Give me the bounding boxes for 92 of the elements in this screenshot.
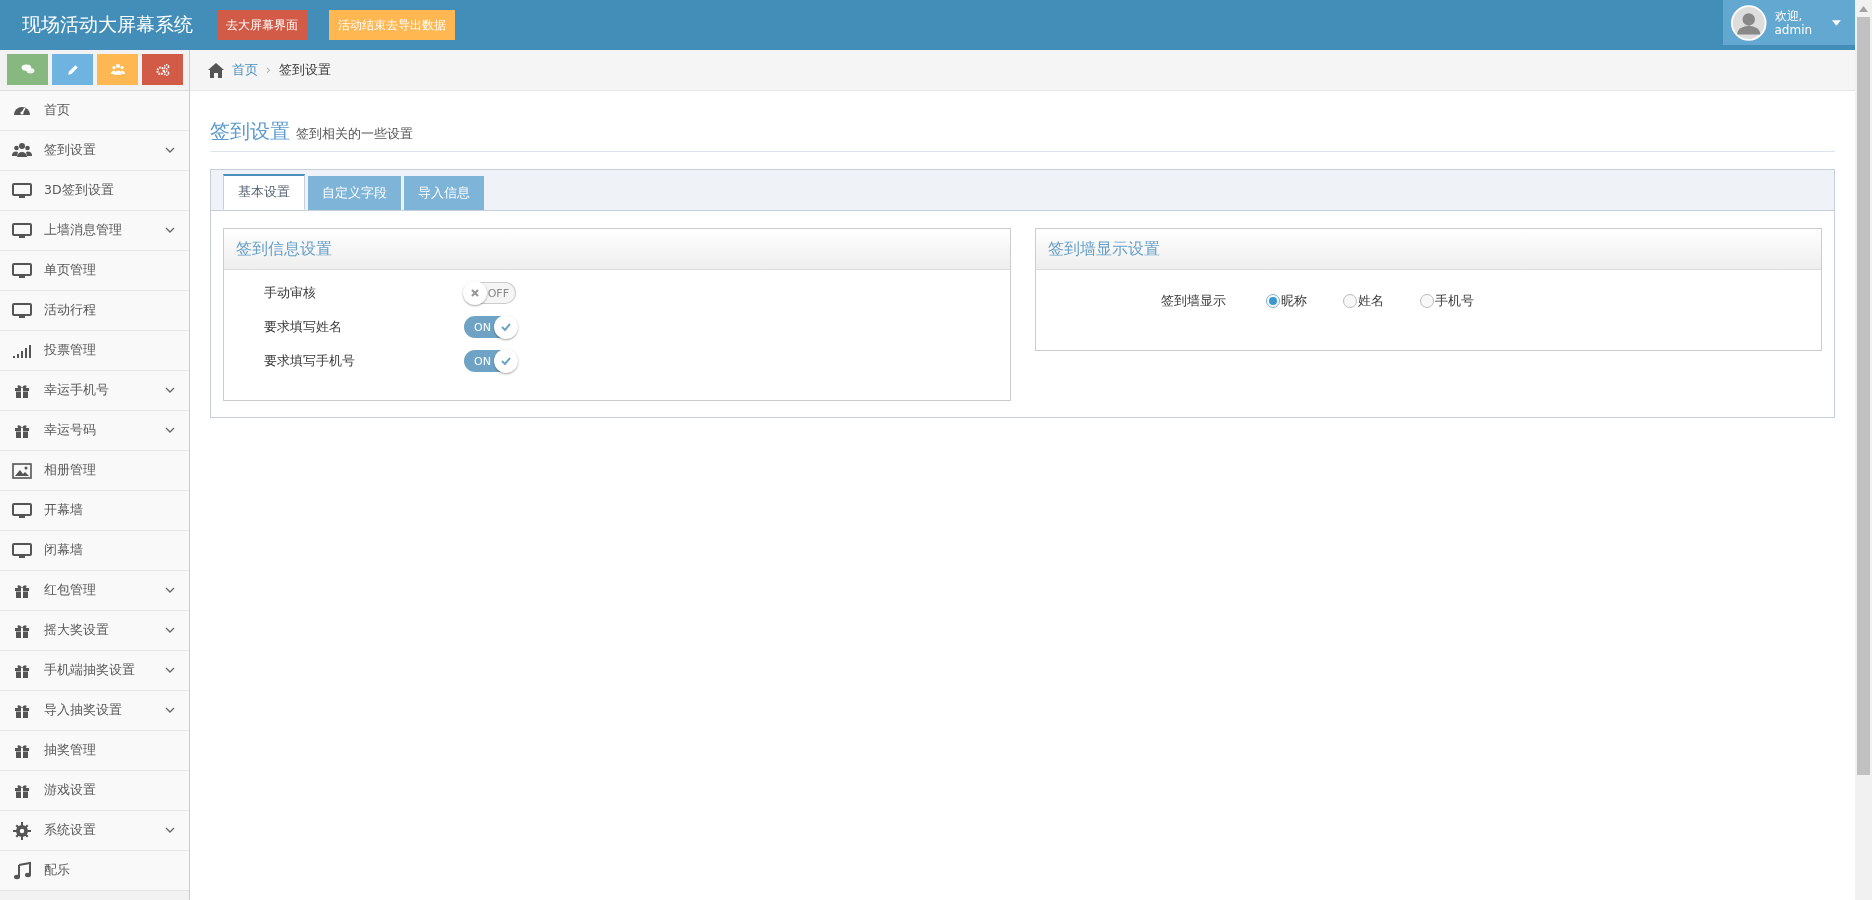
chevron-icon [165, 427, 175, 434]
radio-button[interactable] [1419, 294, 1434, 308]
header-button[interactable]: 去大屏幕界面 [217, 10, 307, 40]
home-icon [208, 62, 224, 78]
setting-label: 要求填写姓名 [264, 318, 343, 336]
chevron-icon [165, 227, 175, 234]
sidebar-item[interactable]: 系统设置 [0, 811, 189, 851]
scroll-up-icon[interactable] [1859, 6, 1868, 12]
check-icon [501, 356, 511, 366]
avatar-icon [1731, 2, 1767, 43]
check-icon [501, 322, 511, 332]
cross-icon [470, 288, 480, 298]
sidebar-label: 签到设置 [44, 142, 96, 159]
shortcut-button[interactable] [142, 54, 183, 85]
sidebar-item[interactable]: 3D签到设置 [0, 171, 189, 211]
monitor-icon [12, 180, 32, 201]
page-subtitle: 签到相关的一些设置 [296, 126, 413, 143]
sidebar-item[interactable]: 配乐 [0, 851, 189, 891]
shortcut-button[interactable] [97, 54, 138, 85]
sidebar-item[interactable]: 幸运号码 [0, 411, 189, 451]
sidebar-item[interactable]: 上墙消息管理 [0, 211, 189, 251]
sidebar-label: 手机端抽奖设置 [44, 662, 135, 679]
sidebar-label: 抽奖管理 [44, 742, 96, 759]
sidebar-label: 上墙消息管理 [44, 222, 122, 239]
sidebar-item[interactable]: 红包管理 [0, 571, 189, 611]
sidebar-label: 单页管理 [44, 262, 96, 279]
sidebar-item[interactable]: 游戏设置 [0, 771, 189, 811]
chevron-icon [165, 707, 175, 714]
breadcrumb-separator: › [266, 63, 271, 77]
sidebar-label: 红包管理 [44, 582, 96, 599]
sidebar-label: 幸运号码 [44, 422, 96, 439]
sidebar-label: 系统设置 [44, 822, 96, 839]
tab[interactable]: 基本设置 [223, 174, 305, 210]
breadcrumb-current: 签到设置 [278, 61, 331, 79]
sidebar-item[interactable]: 抽奖管理 [0, 731, 189, 771]
chevron-icon [165, 587, 175, 594]
sidebar-item[interactable]: 投票管理 [0, 331, 189, 371]
caret-icon [1832, 19, 1841, 26]
sidebar-item[interactable]: 摇大奖设置 [0, 611, 189, 651]
sidebar-item[interactable]: 闭幕墙 [0, 531, 189, 571]
panel-title: 签到信息设置 [236, 238, 332, 260]
sidebar-label: 导入抽奖设置 [44, 702, 122, 719]
chevron-icon [165, 627, 175, 634]
sidebar-label: 投票管理 [44, 342, 96, 359]
gears-icon [154, 61, 171, 78]
gear-icon [12, 820, 32, 841]
radio-button[interactable] [1265, 294, 1280, 308]
music-note-icon [12, 860, 32, 881]
sidebar-item[interactable]: 签到设置 [0, 131, 189, 171]
shortcut-button[interactable] [7, 54, 48, 85]
chevron-icon [165, 827, 175, 834]
panel-title: 签到墙显示设置 [1047, 238, 1160, 260]
chevron-icon [165, 387, 175, 394]
sidebar-item[interactable]: 导入抽奖设置 [0, 691, 189, 731]
setting-label: 要求填写手机号 [264, 352, 356, 370]
radio-option[interactable]: 昵称 [1265, 292, 1307, 310]
sidebar-label: 活动行程 [44, 302, 96, 319]
monitor-icon [12, 540, 32, 561]
sidebar-label: 摇大奖设置 [44, 622, 109, 639]
sidebar-label: 开幕墙 [44, 502, 83, 519]
sidebar-item[interactable]: 相册管理 [0, 451, 189, 491]
sidebar-item[interactable]: 幸运手机号 [0, 371, 189, 411]
sidebar-item[interactable]: 开幕墙 [0, 491, 189, 531]
setting-label: 签到墙显示 [1160, 292, 1227, 310]
scrollbar-thumb[interactable] [1857, 17, 1870, 775]
radio-option[interactable]: 手机号 [1419, 292, 1474, 310]
setting-label: 手动审核 [264, 284, 317, 302]
users-icon [109, 61, 126, 78]
sidebar-item[interactable]: 活动行程 [0, 291, 189, 331]
radio-button[interactable] [1342, 294, 1357, 308]
sidebar-label: 闭幕墙 [44, 542, 83, 559]
sidebar-label: 首页 [44, 102, 70, 119]
monitor-icon [12, 300, 32, 321]
sidebar-item[interactable]: 手机端抽奖设置 [0, 651, 189, 691]
sidebar-label: 3D签到设置 [44, 182, 114, 199]
sidebar-item[interactable]: 单页管理 [0, 251, 189, 291]
sidebar-item[interactable]: 首页 [0, 91, 189, 131]
chevron-icon [165, 147, 175, 154]
monitor-icon [12, 260, 32, 281]
monitor-icon [12, 500, 32, 521]
sidebar-label: 相册管理 [44, 462, 96, 479]
radio-option[interactable]: 姓名 [1342, 292, 1384, 310]
sidebar-label: 游戏设置 [44, 782, 96, 799]
monitor-icon [12, 220, 32, 241]
app-title: 现场活动大屏幕系统 [22, 12, 193, 37]
image-icon [12, 460, 32, 481]
chevron-icon [165, 667, 175, 674]
page-title: 签到设置 [210, 118, 290, 145]
sidebar-label: 配乐 [44, 862, 70, 879]
user-greeting: 欢迎, admin [1774, 8, 1813, 37]
shortcut-button[interactable] [52, 54, 93, 85]
sidebar-label: 幸运手机号 [44, 382, 109, 399]
